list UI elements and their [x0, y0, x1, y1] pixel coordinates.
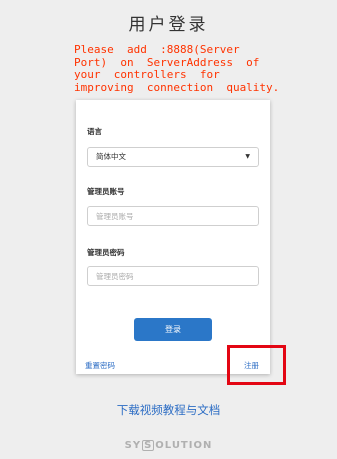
page-title: 用户登录 — [128, 15, 209, 35]
login-card: 语言 简体中文 ▼ 管理员账号 管理员密码 登录 重置密码 注册 — [76, 100, 270, 374]
login-button[interactable]: 登录 — [134, 318, 212, 341]
connection-warning: Please add :8888(Server Port) on ServerA… — [74, 43, 280, 94]
language-value: 简体中文 — [96, 152, 126, 161]
download-video-docs-link[interactable]: 下载视频教程与文档 — [0, 402, 337, 418]
password-input[interactable] — [87, 266, 259, 286]
reset-password-link[interactable]: 重置密码 — [85, 360, 115, 371]
solution-logo: SY S OLUTION — [0, 440, 337, 451]
caret-down-icon: ▼ — [245, 153, 250, 160]
account-label: 管理员账号 — [87, 187, 125, 196]
account-input[interactable] — [87, 206, 259, 226]
logo-text-box: S — [142, 440, 155, 451]
logo-text-post: OLUTION — [155, 440, 213, 451]
logo-text-pre: SY — [124, 440, 142, 451]
password-label: 管理员密码 — [87, 248, 125, 257]
language-select[interactable]: 简体中文 ▼ — [87, 147, 259, 167]
register-highlight-box — [227, 345, 286, 385]
language-label: 语言 — [87, 127, 102, 136]
